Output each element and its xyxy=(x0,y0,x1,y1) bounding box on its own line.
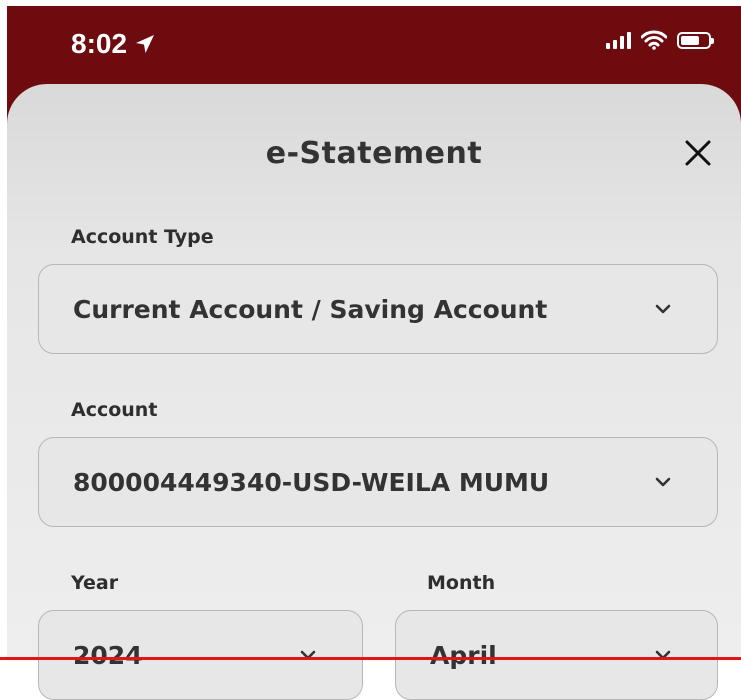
sheet-title: e-Statement xyxy=(265,136,483,171)
account-type-select[interactable]: Current Account / Saving Account xyxy=(38,264,718,354)
chevron-down-icon xyxy=(655,650,671,660)
month-value: April xyxy=(430,640,497,670)
year-label: Year xyxy=(71,572,119,594)
year-value: 2024 xyxy=(73,640,143,670)
chevron-down-icon xyxy=(655,304,671,314)
month-select[interactable]: April xyxy=(395,610,718,700)
account-type-value: Current Account / Saving Account xyxy=(73,294,548,324)
account-label: Account xyxy=(71,399,158,421)
e-statement-sheet: e-Statement Account Type Current Account… xyxy=(7,84,741,700)
battery-icon xyxy=(677,31,714,49)
status-icons xyxy=(606,30,714,50)
location-arrow-icon xyxy=(136,35,155,53)
time-label: 8:02 xyxy=(71,28,128,59)
account-select[interactable]: 800004449340-USD-WEILA MUMU xyxy=(38,437,718,527)
wifi-icon xyxy=(641,30,667,50)
close-icon[interactable] xyxy=(683,138,713,168)
account-type-label: Account Type xyxy=(71,226,214,248)
chevron-down-icon xyxy=(655,477,671,487)
account-value: 800004449340-USD-WEILA MUMU xyxy=(73,467,550,497)
year-select[interactable]: 2024 xyxy=(38,610,363,700)
month-label: Month xyxy=(427,572,496,594)
chevron-down-icon xyxy=(300,650,316,660)
status-time: 8:02 xyxy=(71,28,157,60)
cellular-signal-icon xyxy=(606,31,631,49)
